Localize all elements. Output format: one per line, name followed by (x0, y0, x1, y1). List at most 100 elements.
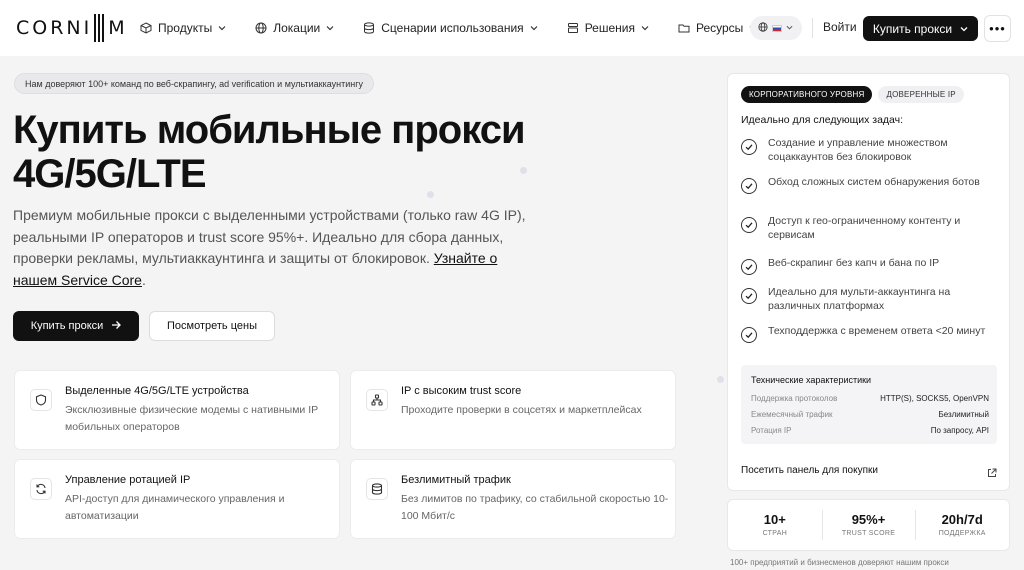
nav-item-label: Локации (273, 21, 321, 35)
nav-item-label: Сценарии использования (381, 21, 524, 35)
list-item: Веб-скрапинг без капч и бана по IP (741, 253, 1001, 285)
nav-divider (812, 18, 813, 38)
nav-menu: Продукты Локации Сценарии использования … (140, 0, 786, 56)
logo-bars (94, 14, 105, 42)
use-case-text: Идеально для мульти-аккаунтинга на разли… (768, 286, 951, 312)
globe-icon (255, 22, 267, 34)
stat-support: 20h/7d ПОДДЕРЖКА (915, 500, 1009, 550)
top-navbar: CORNI M Продукты Локации Сценарии исполь… (0, 0, 1024, 56)
logo-text: CORNI (16, 17, 93, 39)
logo[interactable]: CORNI M (16, 14, 128, 42)
use-case-text: Техподдержка с временем ответа <20 минут (768, 325, 986, 337)
check-circle-icon (741, 178, 757, 194)
view-prices-button[interactable]: Посмотреть цены (149, 311, 275, 341)
stat-label: ПОДДЕРЖКА (938, 530, 986, 537)
check-circle-icon (741, 139, 757, 155)
spec-key: Поддержка протоколов (751, 394, 838, 403)
stat-value: 95%+ (851, 512, 886, 527)
panel-tabs: КОРПОРАТИВНОГО УРОВНЯ ДОВЕРЕННЫЕ IP (741, 86, 964, 103)
use-case-list: Создание и управление множеством соцакка… (741, 136, 1001, 363)
feature-card-unlimited-traffic: Безлимитный трафик Без лимитов по трафик… (350, 459, 676, 539)
use-cases-panel: КОРПОРАТИВНОГО УРОВНЯ ДОВЕРЕННЫЕ IP Идеа… (727, 73, 1010, 491)
cube-icon (140, 22, 152, 34)
check-circle-icon (741, 288, 757, 304)
check-circle-icon (741, 327, 757, 343)
spec-value: HTTP(S), SOCKS5, OpenVPN (880, 394, 989, 403)
feature-title: Управление ротацией IP (65, 474, 191, 486)
chevron-down-icon (326, 24, 334, 32)
stat-label: TRUST SCORE (841, 530, 896, 537)
feature-title: Безлимитный трафик (401, 474, 511, 486)
login-link[interactable]: Войти (823, 20, 857, 34)
feature-title: IP с высоким trust score (401, 385, 522, 397)
chevron-down-icon (218, 24, 226, 32)
buy-proxy-nav-label: Купить прокси (872, 21, 953, 36)
nav-item-resources[interactable]: Ресурсы (678, 21, 757, 35)
nav-item-locations[interactable]: Локации (255, 21, 334, 35)
tech-specs-box: Технические характеристики Поддержка про… (741, 365, 997, 444)
feature-description: Без лимитов по трафику, со стабильной ск… (401, 493, 669, 522)
refresh-icon (30, 478, 52, 500)
database-icon (363, 22, 375, 34)
feature-description: Эксклюзивные физические модемы с нативны… (65, 404, 318, 433)
ideal-for-title: Идеально для следующих задач: (741, 114, 904, 126)
feature-card-trust-score: IP с высоким trust score Проходите прове… (350, 370, 676, 450)
visit-purchase-panel-link[interactable]: Посетить панель для покупки (741, 465, 878, 476)
spec-value: Безлимитный (938, 410, 989, 419)
shield-icon (30, 389, 52, 411)
hero-description-end: . (141, 271, 146, 288)
decorative-dot (717, 376, 724, 383)
feature-title: Выделенные 4G/5G/LTE устройства (65, 385, 249, 397)
list-item: Идеально для мульти-аккаунтинга на разли… (741, 285, 1001, 324)
feature-card-dedicated-devices: Выделенные 4G/5G/LTE устройства Эксклюзи… (14, 370, 340, 450)
trust-badge: Нам доверяют 100+ команд по веб-скрапинг… (14, 73, 375, 94)
nav-item-label: Решения (584, 21, 635, 35)
stat-label: СТРАН (762, 530, 788, 537)
more-menu-button[interactable]: ••• (984, 15, 1011, 42)
check-circle-icon (741, 217, 757, 233)
folder-icon (678, 22, 690, 34)
chevron-down-icon (960, 22, 968, 36)
list-item: Доступ к гео-ограниченному контенту и се… (741, 214, 1001, 253)
page-title-line2: 4G/5G/LTE (13, 152, 207, 196)
tab-enterprise[interactable]: КОРПОРАТИВНОГО УРОВНЯ (741, 86, 873, 103)
database-icon (366, 478, 388, 500)
tab-trusted-ip[interactable]: ДОВЕРЕННЫЕ IP (878, 86, 964, 103)
stat-trust-score: 95%+ TRUST SCORE (821, 500, 916, 550)
check-circle-icon (741, 259, 757, 275)
use-case-text: Доступ к гео-ограниченному контенту и се… (768, 215, 961, 241)
spec-value: По запросу, API (930, 426, 989, 435)
globe-icon (758, 21, 768, 35)
spec-key: Ежемесячный трафик (751, 410, 833, 419)
layers-icon (567, 22, 579, 34)
list-item: Обход сложных систем обнаружения ботов (741, 175, 1001, 214)
list-item: Техподдержка с временем ответа <20 минут (741, 324, 1001, 363)
nav-item-solutions[interactable]: Решения (567, 21, 649, 35)
logo-suffix: M (108, 17, 128, 39)
external-link-icon[interactable] (987, 465, 997, 477)
chevron-down-icon (530, 24, 538, 32)
buy-proxy-button[interactable]: Купить прокси (13, 311, 139, 341)
use-case-text: Обход сложных систем обнаружения ботов (768, 176, 980, 188)
nav-item-products[interactable]: Продукты (140, 21, 226, 35)
stat-value: 20h/7d (941, 512, 983, 527)
page-title-line1: Купить мобильные прокси (13, 108, 526, 152)
spec-row: Ротация IP По запросу, API (751, 426, 989, 435)
feature-card-ip-rotation: Управление ротацией IP API-доступ для ди… (14, 459, 340, 539)
nav-item-use-cases[interactable]: Сценарии использования (363, 21, 538, 35)
buy-proxy-nav-button[interactable]: Купить прокси (863, 16, 978, 41)
hero-description: Премиум мобильные прокси с выделенными у… (13, 205, 543, 291)
arrow-right-icon (111, 320, 122, 333)
language-selector[interactable] (750, 16, 802, 40)
nav-item-label: Продукты (158, 21, 213, 35)
trust-footnote: 100+ предприятий и бизнесменов доверяют … (730, 558, 949, 567)
page-title: Купить мобильные прокси 4G/5G/LTE (13, 108, 613, 196)
use-case-text: Веб-скрапинг без капч и бана по IP (768, 257, 940, 269)
buy-proxy-label: Купить прокси (30, 320, 104, 332)
network-icon (366, 389, 388, 411)
tech-specs-title: Технические характеристики (751, 375, 872, 385)
stat-countries: 10+ СТРАН (728, 500, 822, 550)
more-dots-icon: ••• (989, 21, 1006, 36)
list-item: Создание и управление множеством соцакка… (741, 136, 1001, 175)
use-case-text: Создание и управление множеством соцакка… (768, 137, 948, 163)
